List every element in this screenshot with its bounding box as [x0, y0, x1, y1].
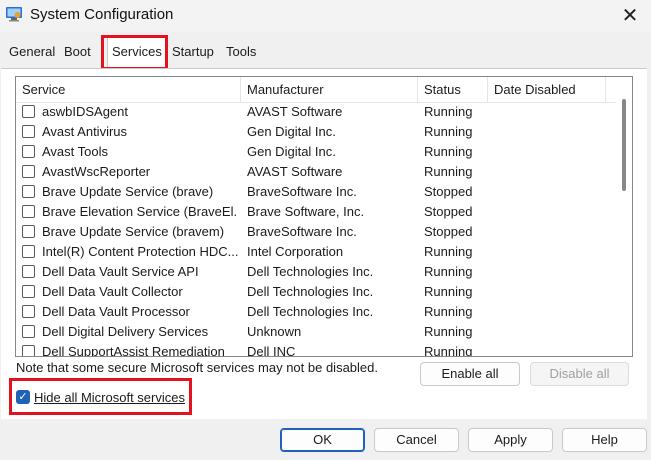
- tab-startup[interactable]: Startup: [168, 40, 218, 66]
- table-row[interactable]: Avast Tools Gen Digital Inc. Running: [16, 142, 616, 162]
- service-checkbox[interactable]: [22, 345, 35, 356]
- service-name: Dell Data Vault Service API: [42, 264, 199, 279]
- service-status: Running: [424, 264, 473, 279]
- service-name: Brave Update Service (bravem): [42, 224, 225, 239]
- table-row[interactable]: Dell Digital Delivery Services Unknown Run…: [16, 322, 616, 342]
- service-status: Running: [424, 324, 473, 339]
- service-name: Dell SupportAssist Remediation: [42, 344, 225, 357]
- service-status: Stopped: [424, 184, 473, 199]
- service-name: Dell Digital Delivery Services: [42, 324, 209, 339]
- column-header-manufacturer[interactable]: Manufacturer: [241, 77, 418, 102]
- cancel-button[interactable]: Cancel: [374, 428, 459, 452]
- close-button[interactable]: ✕: [613, 0, 647, 30]
- service-name: Dell Data Vault Collector: [42, 284, 183, 299]
- service-manufacturer: BraveSoftware Inc.: [247, 224, 357, 239]
- disable-all-button[interactable]: Disable all: [530, 362, 629, 386]
- tab-tools[interactable]: Tools: [222, 40, 260, 66]
- service-name: Intel(R) Content Protection HDC...: [42, 244, 238, 259]
- service-checkbox[interactable]: [22, 285, 35, 298]
- service-status: Running: [424, 284, 473, 299]
- service-checkbox[interactable]: [22, 225, 35, 238]
- table-row[interactable]: Dell Data Vault Service API Dell Technolo…: [16, 262, 616, 282]
- table-row[interactable]: aswbIDSAgent AVAST Software Running: [16, 102, 616, 122]
- service-rows: aswbIDSAgent AVAST Software Running Avast A…: [16, 102, 616, 357]
- service-manufacturer: Unknown: [247, 324, 302, 339]
- service-name: Brave Update Service (brave): [42, 184, 214, 199]
- help-button[interactable]: Help: [562, 428, 647, 452]
- apply-button[interactable]: Apply: [468, 428, 553, 452]
- service-manufacturer: Gen Digital Inc.: [247, 124, 336, 139]
- scrollbar-thumb[interactable]: [622, 99, 626, 191]
- table-row[interactable]: AvastWscReporter AVAST Software Running: [16, 162, 616, 182]
- service-name: Dell Data Vault Processor: [42, 304, 190, 319]
- service-checkbox[interactable]: [22, 105, 35, 118]
- service-name: Avast Antivirus: [42, 124, 128, 139]
- service-manufacturer: BraveSoftware Inc.: [247, 184, 357, 199]
- service-manufacturer: Dell Technologies Inc.: [247, 284, 374, 299]
- service-status: Running: [424, 304, 473, 319]
- service-name: AvastWscReporter: [42, 164, 151, 179]
- service-checkbox[interactable]: [22, 245, 35, 258]
- system-config-icon: [6, 7, 22, 22]
- list-header: Service Manufacturer Status Date Disable…: [16, 77, 616, 103]
- service-status: Running: [424, 244, 473, 259]
- service-status: Stopped: [424, 204, 473, 219]
- service-status: Running: [424, 104, 473, 119]
- service-status: Running: [424, 344, 473, 357]
- service-name: aswbIDSAgent: [42, 104, 128, 119]
- table-row[interactable]: Brave Update Service (bravem) BraveSoftwa…: [16, 222, 616, 242]
- service-checkbox[interactable]: [22, 325, 35, 338]
- table-row[interactable]: Brave Elevation Service (BraveEl... Brave…: [16, 202, 616, 222]
- service-checkbox[interactable]: [22, 145, 35, 158]
- service-manufacturer: Gen Digital Inc.: [247, 144, 336, 159]
- table-row[interactable]: Dell Data Vault Processor Dell Technologi…: [16, 302, 616, 322]
- vertical-scrollbar[interactable]: [616, 77, 632, 356]
- service-checkbox[interactable]: [22, 125, 35, 138]
- service-checkbox[interactable]: [22, 305, 35, 318]
- hide-microsoft-services-label: Hide all Microsoft services: [34, 390, 185, 405]
- service-manufacturer: Dell Technologies Inc.: [247, 304, 374, 319]
- service-status: Running: [424, 164, 473, 179]
- table-row[interactable]: Avast Antivirus Gen Digital Inc. Running: [16, 122, 616, 142]
- table-row[interactable]: Dell SupportAssist Remediation Dell INC Ru…: [16, 342, 616, 357]
- service-manufacturer: Dell INC: [247, 344, 296, 357]
- window-title: System Configuration: [30, 6, 174, 23]
- table-row[interactable]: Intel(R) Content Protection HDC... Intel …: [16, 242, 616, 262]
- tab-boot[interactable]: Boot: [60, 40, 95, 66]
- service-checkbox[interactable]: [22, 165, 35, 178]
- column-header-date-disabled[interactable]: Date Disabled: [488, 77, 606, 102]
- service-checkbox[interactable]: [22, 185, 35, 198]
- service-manufacturer: AVAST Software: [247, 164, 343, 179]
- tab-strip: General Boot Services Startup Tools: [0, 37, 651, 69]
- title-bar: System Configuration ✕: [0, 0, 651, 32]
- service-manufacturer: Intel Corporation: [247, 244, 344, 259]
- service-checkbox[interactable]: [22, 205, 35, 218]
- service-manufacturer: Dell Technologies Inc.: [247, 264, 374, 279]
- column-header-service[interactable]: Service: [16, 77, 241, 102]
- checkmark-icon: ✓: [16, 390, 30, 404]
- tab-services[interactable]: Services: [107, 37, 167, 69]
- enable-all-button[interactable]: Enable all: [420, 362, 520, 386]
- close-icon: ✕: [621, 4, 639, 27]
- ok-button[interactable]: OK: [280, 428, 365, 452]
- table-row[interactable]: Brave Update Service (brave) BraveSoftwar…: [16, 182, 616, 202]
- tab-general[interactable]: General: [5, 40, 59, 66]
- service-manufacturer: AVAST Software: [247, 104, 343, 119]
- service-name: Brave Elevation Service (BraveEl...: [42, 204, 238, 219]
- services-list[interactable]: Service Manufacturer Status Date Disable…: [15, 76, 633, 357]
- table-row[interactable]: Dell Data Vault Collector Dell Technologi…: [16, 282, 616, 302]
- secure-services-note: Note that some secure Microsoft services…: [16, 360, 378, 375]
- service-name: Avast Tools: [42, 144, 109, 159]
- service-status: Stopped: [424, 224, 473, 239]
- service-manufacturer: Brave Software, Inc.: [247, 204, 365, 219]
- service-checkbox[interactable]: [22, 265, 35, 278]
- service-status: Running: [424, 144, 473, 159]
- column-header-status[interactable]: Status: [418, 77, 488, 102]
- service-status: Running: [424, 124, 473, 139]
